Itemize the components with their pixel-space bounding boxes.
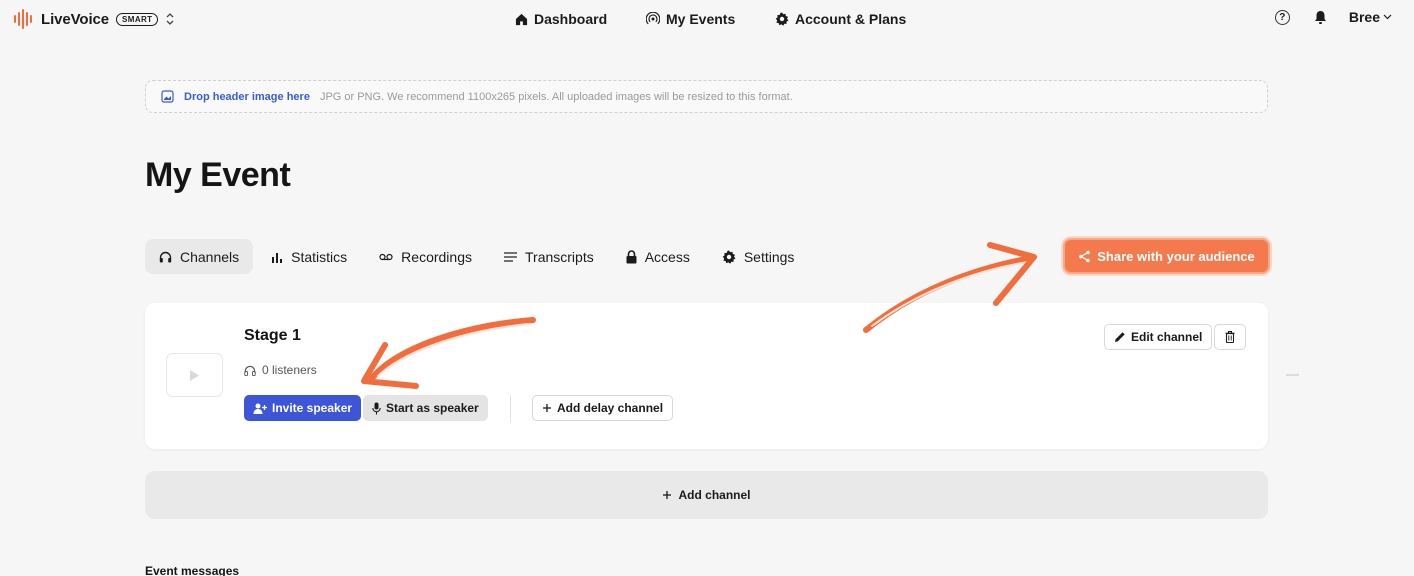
tab-recordings[interactable]: Recordings	[365, 239, 486, 274]
home-icon	[515, 13, 528, 25]
broadcast-icon	[646, 12, 660, 25]
user-menu-name[interactable]: Bree	[1349, 9, 1380, 25]
play-icon	[190, 369, 199, 381]
tab-channels-label: Channels	[180, 248, 240, 265]
start-as-speaker-button[interactable]: Start as speaker	[363, 395, 488, 421]
dropzone-link[interactable]: Drop header image here	[184, 91, 310, 103]
top-right-controls: ? Bree	[1274, 9, 1392, 25]
top-bar: LiveVoice SMART Dashboard My Events Acco…	[0, 0, 1414, 40]
tab-transcripts[interactable]: Transcripts	[490, 239, 608, 274]
tab-channels[interactable]: Channels	[145, 239, 254, 274]
plus-icon	[663, 491, 672, 499]
edit-channel-button[interactable]: Edit channel	[1104, 324, 1213, 350]
reorder-handle[interactable]	[1286, 374, 1299, 376]
share-button-label: Share with your audience	[1097, 248, 1255, 264]
button-divider	[510, 395, 511, 422]
trash-icon	[1225, 331, 1235, 343]
tab-access-label: Access	[644, 248, 690, 265]
chevron-up-down-icon[interactable]	[165, 12, 175, 26]
edit-channel-label: Edit channel	[1131, 330, 1203, 344]
tab-settings-label: Settings	[743, 248, 795, 265]
tab-recordings-label: Recordings	[401, 248, 472, 265]
chevron-down-icon[interactable]	[1383, 14, 1392, 20]
channel-play-button[interactable]	[166, 353, 223, 397]
event-tabs: Channels Statistics Recordings Transcrip…	[145, 239, 808, 274]
invite-speaker-button[interactable]: Invite speaker	[244, 395, 362, 421]
tab-settings[interactable]: Settings	[708, 239, 809, 274]
add-channel-label: Add channel	[678, 488, 751, 502]
channel-name: Stage 1	[244, 327, 301, 344]
logo-waveform-icon	[14, 9, 32, 29]
image-icon	[161, 90, 174, 103]
headphones-icon	[159, 251, 172, 262]
tab-statistics[interactable]: Statistics	[257, 239, 361, 274]
microphone-icon	[372, 402, 381, 414]
help-icon[interactable]: ?	[1274, 9, 1290, 25]
pencil-icon	[1115, 332, 1125, 342]
start-as-speaker-label: Start as speaker	[386, 401, 479, 415]
gear-icon	[775, 12, 789, 26]
add-delay-channel-button[interactable]: Add delay channel	[532, 395, 674, 421]
app-name: LiveVoice	[41, 10, 110, 28]
tab-access[interactable]: Access	[612, 239, 704, 274]
nav-account-plans[interactable]: Account & Plans	[775, 11, 906, 27]
app-logo[interactable]: LiveVoice SMART	[14, 9, 175, 29]
event-messages-heading: Event messages	[145, 564, 240, 576]
dropzone-hint: JPG or PNG. We recommend 1100x265 pixels…	[319, 90, 793, 103]
share-icon	[1079, 250, 1091, 262]
nav-my-events-label: My Events	[666, 11, 736, 27]
nav-dashboard-label: Dashboard	[534, 11, 608, 27]
bell-icon[interactable]	[1314, 10, 1327, 25]
delete-channel-button[interactable]	[1214, 324, 1246, 350]
voicemail-icon	[379, 253, 393, 260]
bar-chart-icon	[272, 252, 283, 263]
tab-statistics-label: Statistics	[291, 248, 348, 265]
gear-icon	[722, 250, 736, 264]
page-title: My Event	[145, 156, 291, 194]
channel-card: Stage 1 0 listeners Invite speaker Start…	[145, 303, 1268, 449]
listener-count-label: 0 listeners	[262, 363, 317, 377]
plus-icon	[543, 404, 551, 412]
nav-dashboard[interactable]: Dashboard	[515, 11, 607, 27]
invite-speaker-label: Invite speaker	[272, 401, 353, 415]
share-with-audience-button[interactable]: Share with your audience	[1063, 238, 1270, 274]
nav-account-plans-label: Account & Plans	[795, 11, 907, 27]
header-image-dropzone[interactable]: Drop header image here JPG or PNG. We re…	[145, 80, 1268, 113]
nav-my-events[interactable]: My Events	[646, 11, 735, 27]
lock-icon	[626, 249, 637, 263]
listener-count: 0 listeners	[244, 363, 317, 377]
user-plus-icon	[253, 403, 267, 414]
add-channel-button[interactable]: Add channel	[145, 471, 1268, 519]
lines-icon	[504, 251, 517, 262]
add-delay-channel-label: Add delay channel	[557, 401, 664, 415]
tab-transcripts-label: Transcripts	[525, 248, 594, 265]
plan-badge: SMART	[116, 12, 159, 26]
headphones-icon	[244, 365, 256, 376]
